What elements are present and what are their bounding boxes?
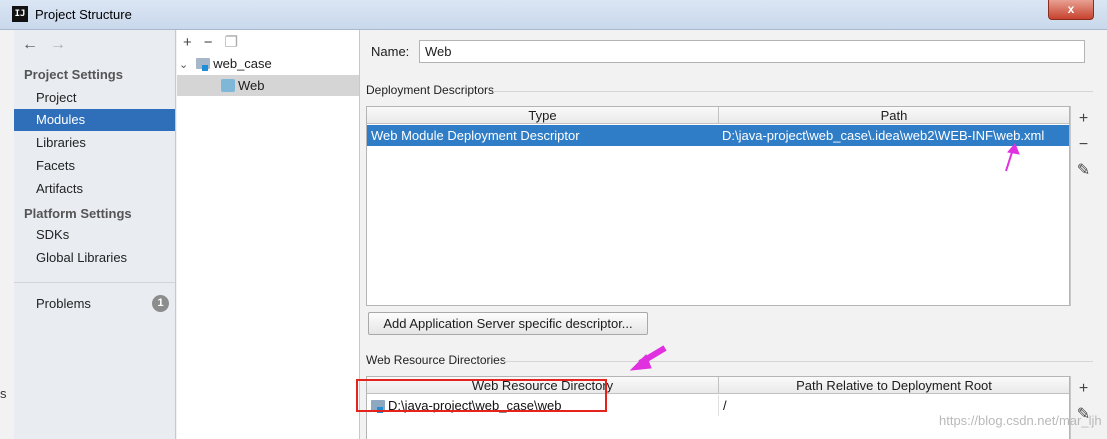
annotation-arrows: [629, 143, 1020, 371]
annotation-arrowhead-1: [1007, 143, 1020, 155]
background-text-fragment: s: [0, 386, 7, 401]
